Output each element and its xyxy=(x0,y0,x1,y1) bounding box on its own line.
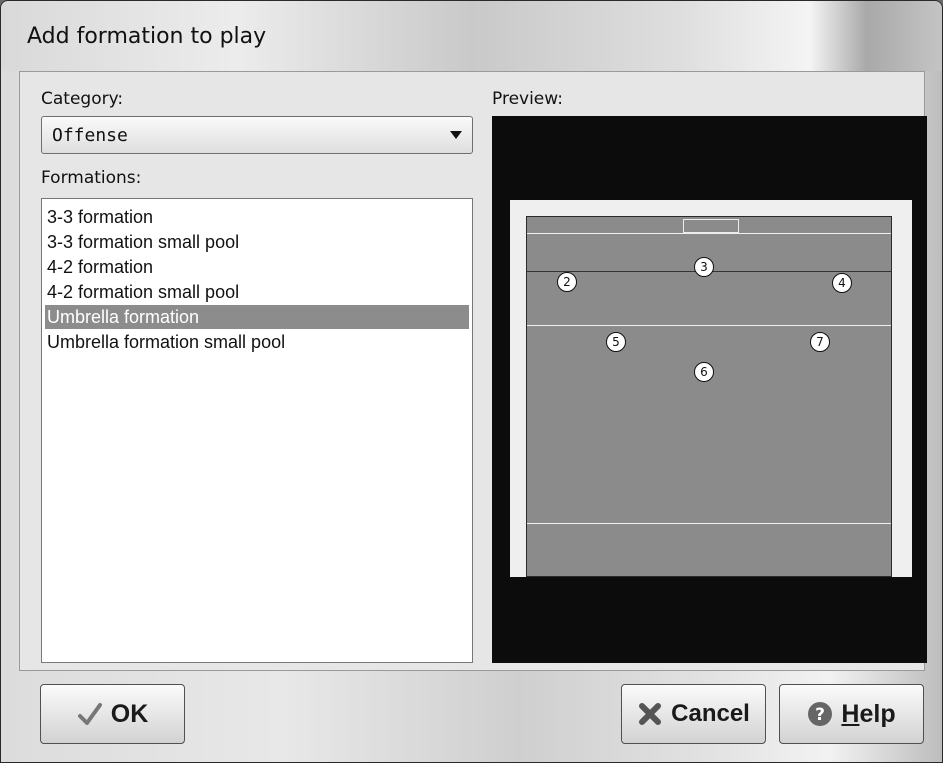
help-button[interactable]: ? Help xyxy=(779,684,924,744)
category-label: Category: xyxy=(41,89,124,109)
pool-frame: 2 3 4 5 7 6 xyxy=(510,200,912,577)
list-item[interactable]: 4-2 formation small pool xyxy=(45,280,469,304)
cancel-x-icon xyxy=(639,703,662,725)
window-title: Add formation to play xyxy=(27,24,267,49)
help-label-rest: elp xyxy=(859,699,896,728)
player-marker: 3 xyxy=(694,257,714,277)
list-item-selected[interactable]: Umbrella formation xyxy=(45,305,469,329)
player-marker: 6 xyxy=(694,362,714,382)
list-item[interactable]: Umbrella formation small pool xyxy=(45,330,469,354)
ok-label: OK xyxy=(110,699,149,728)
half-line xyxy=(527,523,891,524)
category-value: Offense xyxy=(52,125,128,146)
player-marker: 2 xyxy=(557,272,577,292)
ok-button[interactable]: OK xyxy=(40,684,185,744)
player-marker: 5 xyxy=(606,332,626,352)
svg-text:?: ? xyxy=(815,705,825,725)
list-item[interactable]: 3-3 formation xyxy=(45,205,469,229)
formation-preview: 2 3 4 5 7 6 xyxy=(492,116,927,663)
player-marker: 7 xyxy=(810,332,830,352)
question-help-icon: ? xyxy=(808,702,833,726)
formations-label: Formations: xyxy=(41,168,142,188)
goal-line xyxy=(527,233,891,234)
dialog-window: Add formation to play Category: Offense … xyxy=(0,0,943,763)
chevron-down-icon xyxy=(450,131,462,139)
list-item[interactable]: 4-2 formation xyxy=(45,255,469,279)
five-meter-line xyxy=(527,325,891,326)
goal xyxy=(683,219,739,233)
title-bar[interactable]: Add formation to play xyxy=(1,1,942,71)
cancel-button[interactable]: Cancel xyxy=(621,684,766,744)
checkmark-icon xyxy=(77,703,102,725)
help-mnemonic: H xyxy=(841,699,860,728)
preview-label: Preview: xyxy=(492,89,563,109)
dialog-body: Category: Offense Formations: 3-3 format… xyxy=(19,71,927,671)
pool-field: 2 3 4 5 7 6 xyxy=(526,216,892,577)
formations-list[interactable]: 3-3 formation 3-3 formation small pool 4… xyxy=(41,198,473,663)
cancel-label: Cancel xyxy=(671,700,750,727)
player-marker: 4 xyxy=(832,273,852,293)
list-item[interactable]: 3-3 formation small pool xyxy=(45,230,469,254)
help-label: Help xyxy=(841,700,895,729)
category-dropdown[interactable]: Offense xyxy=(41,116,473,154)
